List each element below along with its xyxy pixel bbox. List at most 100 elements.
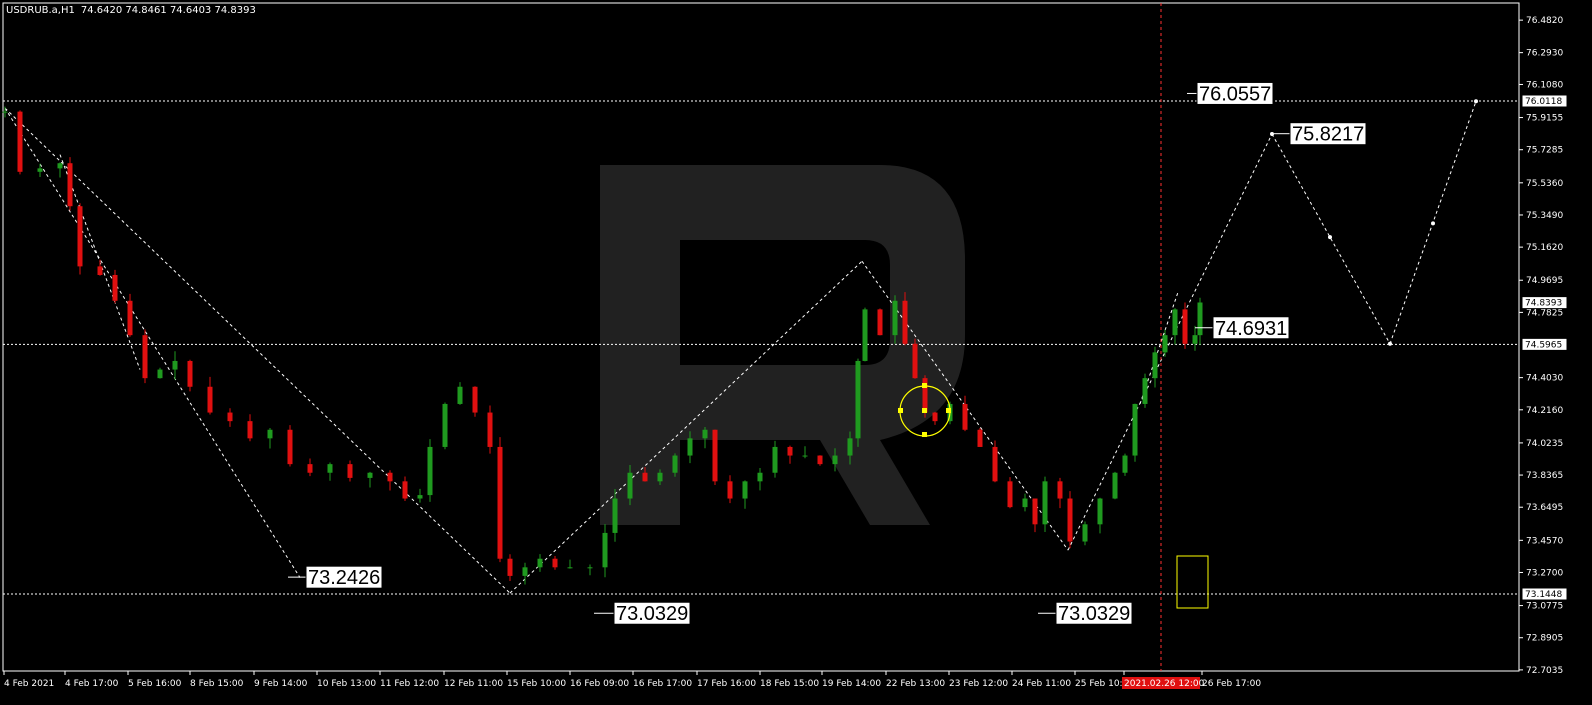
- candle: [1172, 308, 1178, 345]
- candle-body: [142, 335, 148, 379]
- candle-body: [172, 360, 178, 370]
- y-tick-label: 75.1620: [1526, 243, 1563, 253]
- candle-body: [1172, 309, 1178, 336]
- watermark-logo: [600, 165, 965, 525]
- candle: [127, 293, 133, 337]
- candle: [1022, 493, 1028, 512]
- candle-body: [862, 309, 868, 361]
- forecast-node: [1388, 341, 1392, 346]
- level-price-label: 74.8393: [1525, 299, 1562, 309]
- candle-body: [1097, 498, 1103, 525]
- x-axis: 4 Feb 2021 4 Feb 17:00 5 Feb 16:00 8 Feb 15…: [3, 671, 1261, 689]
- x-tick-label: 16 Feb 09:00: [570, 679, 629, 689]
- candle-body: [267, 429, 273, 439]
- annotation-label: 73.0329: [1058, 603, 1130, 625]
- chart-header: USDRUB.a,H1 74.6420 74.8461 74.6403 74.83…: [6, 5, 256, 16]
- x-tick-label: 9 Feb 14:00: [254, 679, 308, 689]
- candle: [1152, 346, 1158, 388]
- candle-body: [57, 163, 63, 169]
- candle: [442, 402, 448, 450]
- candle-body: [17, 111, 23, 172]
- candle: [327, 462, 333, 481]
- candle-body: [187, 360, 193, 387]
- candle-body: [742, 481, 748, 499]
- candle-body: [1182, 309, 1188, 344]
- candle: [1032, 498, 1038, 533]
- candle: [472, 386, 478, 417]
- candle-body: [802, 455, 808, 457]
- x-tick-label: 24 Feb 11:00: [1012, 679, 1071, 689]
- candle: [772, 440, 778, 478]
- candle: [787, 445, 793, 464]
- candle-body: [1132, 403, 1138, 456]
- price-chart[interactable]: 76.0557 75.8217 74.6931 73.2426 73.0329 73.03…: [0, 0, 1592, 705]
- x-tick-label: 5 Feb 16:00: [128, 679, 182, 689]
- annotation-label: 75.8217: [1292, 124, 1364, 146]
- x-tick-label: 8 Feb 15:00: [190, 679, 244, 689]
- candle-body: [1067, 498, 1073, 542]
- candle: [552, 555, 558, 570]
- annotation-label: 73.0329: [616, 603, 688, 625]
- candle-body: [627, 472, 633, 499]
- candle: [267, 427, 273, 449]
- y-tick-label: 74.4030: [1526, 374, 1563, 384]
- level-price-label: 74.5965: [1525, 340, 1562, 350]
- candle-body: [307, 464, 313, 473]
- y-tick-label: 76.4820: [1526, 16, 1563, 26]
- candle: [992, 440, 998, 483]
- y-tick-label: 73.6495: [1526, 503, 1563, 513]
- candle-body: [487, 412, 493, 447]
- x-tick-label: 10 Feb 13:00: [317, 679, 376, 689]
- candle-body: [772, 446, 778, 473]
- candle-body: [1082, 524, 1088, 542]
- candle-body: [77, 206, 83, 267]
- candle-body: [757, 472, 763, 482]
- candle: [172, 351, 178, 380]
- y-axis: 76.4820 76.2930 76.1080 75.9155 75.7285 75.53…: [1519, 16, 1568, 676]
- candle: [802, 446, 808, 459]
- candle: [567, 559, 573, 569]
- candle-body: [847, 438, 853, 456]
- x-tick-label: 15 Feb 10:00: [507, 679, 566, 689]
- candle: [727, 475, 733, 504]
- y-tick-label: 72.7035: [1526, 666, 1563, 676]
- candle-body: [642, 472, 648, 482]
- candle-body: [457, 386, 463, 404]
- y-tick-label: 75.9155: [1526, 114, 1563, 124]
- candle: [77, 203, 83, 275]
- x-tick-label: 26 Feb 17:00: [1202, 679, 1261, 689]
- y-tick-label: 76.2930: [1526, 49, 1563, 59]
- candle: [17, 110, 23, 175]
- candle-body: [442, 403, 448, 447]
- forecast-node: [1270, 131, 1274, 136]
- candle-body: [702, 429, 708, 439]
- candle-body: [497, 446, 503, 559]
- candle: [712, 429, 718, 486]
- candle: [1122, 453, 1128, 476]
- candle-body: [367, 472, 373, 478]
- candle: [877, 308, 883, 336]
- candle: [142, 329, 148, 384]
- candle-body: [472, 386, 478, 413]
- x-tick-label: 16 Feb 17:00: [633, 679, 692, 689]
- candle: [1067, 491, 1073, 549]
- candle: [1057, 477, 1063, 509]
- x-tick-label: 17 Feb 16:00: [697, 679, 756, 689]
- price-annotations: 76.0557 75.8217 74.6931 73.2426 73.0329 73.03…: [288, 81, 1367, 625]
- candle: [977, 428, 983, 447]
- candle-body: [1057, 481, 1063, 499]
- candle: [57, 162, 63, 178]
- x-tick-label: 11 Feb 12:00: [380, 679, 439, 689]
- candle-body: [417, 495, 423, 499]
- candle: [417, 488, 423, 503]
- y-tick-label: 73.4570: [1526, 536, 1563, 546]
- candle-body: [602, 532, 608, 568]
- candle-body: [157, 369, 163, 379]
- x-tick-label: 12 Feb 11:00: [444, 679, 503, 689]
- plot-frame: [2, 2, 1520, 672]
- candle-body: [552, 558, 558, 568]
- candle: [817, 455, 823, 466]
- x-tick-label: 2021.02.26 12:00: [1124, 679, 1205, 689]
- candle-body: [567, 567, 573, 569]
- candle-body: [402, 481, 408, 499]
